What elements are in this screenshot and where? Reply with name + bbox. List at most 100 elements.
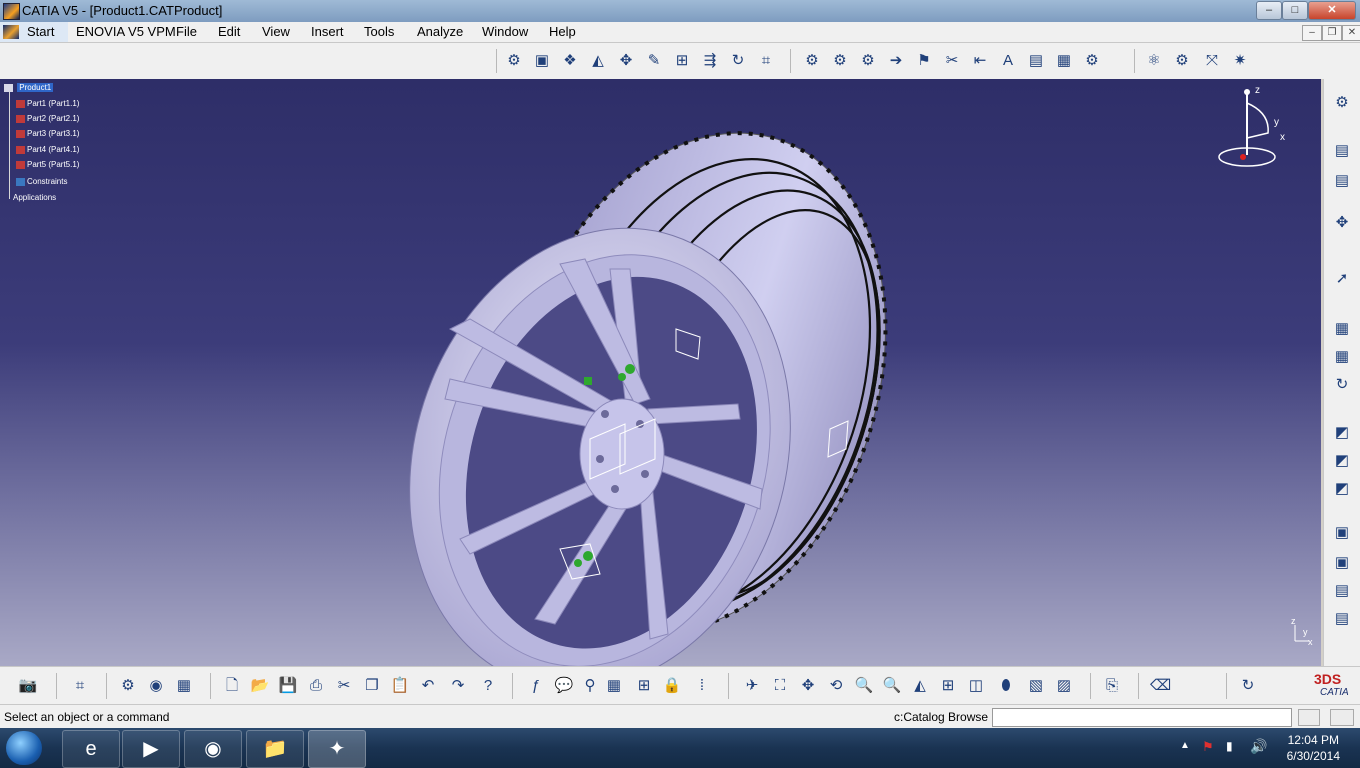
shading-icon[interactable]: ⬮ [996, 676, 1016, 696]
catia-taskbar-icon[interactable]: ✦ [308, 730, 366, 768]
part-icon[interactable]: ▣ [532, 51, 552, 71]
flexible-icon[interactable]: A [998, 51, 1018, 71]
maximize-button[interactable]: □ [1282, 1, 1308, 20]
tree-node-constraints[interactable]: Constraints [16, 177, 67, 186]
rb-hide-icon[interactable]: ◩ [1332, 423, 1352, 443]
tree-node-applications[interactable]: Applications [13, 193, 56, 202]
rotate-icon[interactable]: ⟲ [826, 676, 846, 696]
stop-manipulate-icon[interactable]: ⇶ [700, 51, 720, 71]
update-icon[interactable]: ↻ [728, 51, 748, 71]
hide-show-icon[interactable]: ▧ [1026, 676, 1046, 696]
distance-icon[interactable]: ⤧ [1202, 51, 1222, 71]
fix-icon[interactable]: ⚑ [914, 51, 934, 71]
rb-doc2-icon[interactable]: ▤ [1332, 609, 1352, 629]
iso-view-icon[interactable]: ◫ [966, 676, 986, 696]
fix-together-icon[interactable]: ✂ [942, 51, 962, 71]
tray-expand-icon[interactable]: ▲ [1180, 740, 1190, 751]
fly-mode-icon[interactable]: ✈ [742, 676, 762, 696]
menu-window[interactable]: Window [482, 24, 528, 39]
power-input-field[interactable] [992, 708, 1292, 727]
tree-node-part1[interactable]: Part1 (Part1.1) [16, 99, 79, 108]
normal-view-icon[interactable]: ◭ [910, 676, 930, 696]
open-file-icon[interactable]: 📂 [250, 676, 270, 696]
doc-minimize-button[interactable]: – [1302, 25, 1322, 41]
print-icon[interactable]: ⎙ [306, 676, 326, 696]
status-toggle-icon[interactable] [1298, 709, 1320, 726]
menu-edit[interactable]: Edit [218, 24, 240, 39]
rb-manipulate-icon[interactable]: ✥ [1332, 213, 1352, 233]
close-button[interactable]: ✕ [1308, 1, 1356, 20]
rb-show-icon[interactable]: ◩ [1332, 451, 1352, 471]
sectioning-icon[interactable]: ⚙ [1172, 51, 1192, 71]
3d-viewport[interactable]: Product1 Part1 (Part1.1) Part2 (Part2.1)… [0, 79, 1321, 666]
minimize-button[interactable]: – [1256, 1, 1282, 20]
menu-file[interactable]: File [176, 24, 197, 39]
windows-start-button[interactable] [6, 731, 42, 765]
rb-catalog-icon[interactable]: ▤ [1332, 141, 1352, 161]
rb-layer-icon[interactable]: ▣ [1332, 553, 1352, 573]
menu-tools[interactable]: Tools [364, 24, 394, 39]
tray-flag-icon[interactable]: ⚑ [1202, 739, 1214, 755]
reuse-pattern-icon[interactable]: ▦ [1054, 51, 1074, 71]
coincidence-icon[interactable]: ⚙ [802, 51, 822, 71]
rb-select-icon[interactable]: ➚ [1332, 269, 1352, 289]
quick-constraint-icon[interactable]: ⇤ [970, 51, 990, 71]
contact-icon[interactable]: ⚙ [830, 51, 850, 71]
menu-view[interactable]: View [262, 24, 290, 39]
menu-analyze[interactable]: Analyze [417, 24, 463, 39]
tree-node-part3[interactable]: Part3 (Part3.1) [16, 129, 79, 138]
rb-copy-icon[interactable]: ▤ [1332, 171, 1352, 191]
tree-node-part4[interactable]: Part4 (Part4.1) [16, 145, 79, 154]
rb-move-icon[interactable]: ▦ [1332, 319, 1352, 339]
law-icon[interactable]: ⚲ [580, 676, 600, 696]
menu-insert[interactable]: Insert [311, 24, 344, 39]
multi-view-icon[interactable]: ⊞ [938, 676, 958, 696]
grid-icon[interactable]: ⌗ [70, 676, 90, 696]
knowledge-icon[interactable]: 💬 [554, 676, 574, 696]
compass[interactable]: z y x [1210, 83, 1300, 183]
manipulate-icon[interactable]: ✥ [616, 51, 636, 71]
rb-rotate-icon[interactable]: ↻ [1332, 375, 1352, 395]
replace-component-icon[interactable]: ◭ [588, 51, 608, 71]
lock-icon[interactable]: 🔒 [662, 676, 682, 696]
start-menu[interactable]: Start [0, 22, 68, 42]
render-icon[interactable]: ◉ [146, 676, 166, 696]
rb-cube-icon[interactable]: ▣ [1332, 523, 1352, 543]
internet-explorer-icon[interactable]: e [62, 730, 120, 768]
formula-icon[interactable]: ƒ [526, 676, 546, 696]
chrome-icon[interactable]: ◉ [184, 730, 242, 768]
angle-icon[interactable]: ➔ [886, 51, 906, 71]
apply-material-icon[interactable]: ▦ [174, 676, 194, 696]
undo-icon[interactable]: ↶ [418, 676, 438, 696]
menu-enovia[interactable]: ENOVIA V5 VPM [76, 24, 176, 39]
doc-close-button[interactable]: ✕ [1342, 25, 1360, 41]
change-constraint-icon[interactable]: ▤ [1026, 51, 1046, 71]
redo-icon[interactable]: ↷ [448, 676, 468, 696]
doc-restore-button[interactable]: ❐ [1322, 25, 1342, 41]
eraser-icon[interactable]: ⌫ [1150, 676, 1171, 696]
constraints-icon[interactable]: ⌗ [756, 51, 776, 71]
tree-node-product1[interactable]: Product1 [4, 83, 54, 92]
status-capture-icon[interactable] [1330, 709, 1354, 726]
existing-component-icon[interactable]: ❖ [560, 51, 580, 71]
new-file-icon[interactable]: 🗋 [222, 676, 242, 696]
pan-icon[interactable]: ✥ [798, 676, 818, 696]
explode-icon[interactable]: ⊞ [672, 51, 692, 71]
offset-icon[interactable]: ⚙ [858, 51, 878, 71]
measure-icon[interactable]: ✷ [1230, 51, 1250, 71]
snap-icon[interactable]: ✎ [644, 51, 664, 71]
cut-icon[interactable]: ✂ [334, 676, 354, 696]
paste-icon[interactable]: 📋 [390, 676, 410, 696]
tray-network-icon[interactable]: ▮ [1226, 739, 1233, 753]
capture-icon[interactable]: 📷 [18, 676, 38, 696]
clash-icon[interactable]: ⚛ [1144, 51, 1164, 71]
copy-icon[interactable]: ❐ [362, 676, 382, 696]
align-icon[interactable]: ⁞ [692, 676, 712, 696]
tree-node-part2[interactable]: Part2 (Part2.1) [16, 114, 79, 123]
rb-swap-icon[interactable]: ◩ [1332, 479, 1352, 499]
multi-instantiation-icon[interactable]: ⎘ [1102, 676, 1122, 696]
menu-help[interactable]: Help [549, 24, 576, 39]
tray-volume-icon[interactable]: 🔊 [1250, 738, 1267, 755]
swap-space-icon[interactable]: ▨ [1054, 676, 1074, 696]
file-explorer-icon[interactable]: 📁 [246, 730, 304, 768]
